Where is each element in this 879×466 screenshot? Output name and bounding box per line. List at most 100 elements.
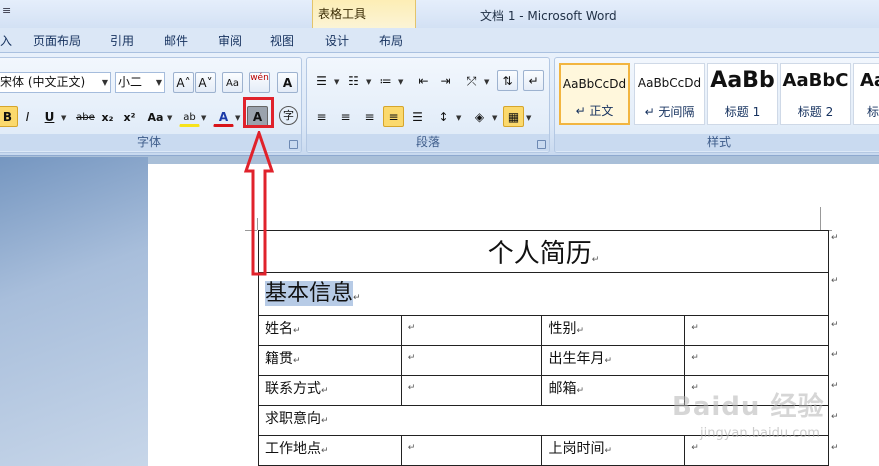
font-color-button[interactable]: A	[213, 106, 234, 127]
decrease-indent-icon[interactable]: ⇤	[413, 70, 434, 91]
resume-title-cell[interactable]: 个人简历↵	[258, 230, 829, 273]
paragraph-mark: ↵	[353, 293, 361, 303]
quick-access-icon[interactable]: ≡	[2, 4, 11, 17]
chevron-down-icon[interactable]: ▼	[167, 114, 172, 122]
cell-label: 姓名	[265, 321, 293, 337]
table-cell[interactable]: 出生年月↵	[541, 345, 686, 376]
row-end-mark: ↵	[831, 320, 839, 330]
multilevel-list-icon[interactable]: ≔	[375, 70, 396, 91]
chevron-down-icon[interactable]: ▼	[492, 114, 497, 122]
chevron-down-icon[interactable]: ▼	[456, 114, 461, 122]
enclose-char-button[interactable]: 字	[279, 106, 298, 125]
table-cell[interactable]: ↵	[684, 315, 829, 346]
paragraph-shading-icon[interactable]: ◈	[469, 106, 490, 127]
cell-label: 邮箱	[548, 381, 577, 397]
table-cell[interactable]: 上岗时间↵	[541, 435, 686, 466]
highlight-button[interactable]: ab	[179, 106, 200, 127]
table-cell[interactable]: ↵	[400, 435, 543, 466]
subscript-button[interactable]: x₂	[97, 106, 118, 127]
paragraph-dialog-launcher-icon[interactable]	[537, 140, 546, 149]
style-sample: AaBbCcDd	[562, 77, 627, 91]
paragraph-mark: ↵	[691, 323, 699, 333]
change-case-button[interactable]: Aa	[145, 106, 166, 127]
table-cell[interactable]: 籍贯↵	[258, 345, 402, 376]
table-cell[interactable]: 性别↵	[541, 315, 686, 346]
chevron-down-icon[interactable]: ▼	[366, 78, 371, 86]
table-cell[interactable]: 联系方式↵	[258, 375, 402, 406]
grow-font-button[interactable]: A˄	[173, 72, 194, 93]
italic-button[interactable]: I	[17, 106, 38, 127]
bold-button[interactable]: B	[0, 106, 18, 127]
align-center-icon[interactable]: ≡	[335, 106, 356, 127]
distributed-icon[interactable]: ☰	[407, 106, 428, 127]
font-size-combo[interactable]: 小二 ▼	[115, 72, 165, 93]
chevron-down-icon[interactable]: ▼	[156, 73, 162, 92]
tab-review[interactable]: 审阅	[218, 32, 242, 49]
tab-insert[interactable]: 入	[0, 32, 12, 49]
annotation-box	[243, 97, 274, 128]
table-cell[interactable]: 姓名↵	[258, 315, 402, 346]
style-heading-2[interactable]: AaBbC 标题 2	[780, 63, 851, 125]
clear-format-button[interactable]: Aa	[222, 72, 243, 93]
tab-design[interactable]: 设计	[325, 32, 349, 49]
tab-references[interactable]: 引用	[110, 32, 134, 49]
tab-mailings[interactable]: 邮件	[164, 32, 188, 49]
chevron-down-icon[interactable]: ▼	[61, 114, 66, 122]
borders-icon[interactable]: ▦	[503, 106, 524, 127]
chinese-layout-icon[interactable]: ⤱	[461, 70, 482, 91]
paragraph-group: ☰ ▼ ☷ ▼ ≔ ▼ ⇤ ⇥ ⤱ ▼ ⇅ ↵ ≡ ≡ ≡ ≡ ☰ ↕ ▼ ◈ …	[306, 57, 550, 153]
cell-label: 上岗时间	[548, 441, 605, 457]
font-dialog-launcher-icon[interactable]	[289, 140, 298, 149]
bullets-icon[interactable]: ☰	[311, 70, 332, 91]
style-normal[interactable]: AaBbCcDd ↵ 正文	[559, 63, 630, 125]
cell-label: 籍贯	[265, 351, 293, 367]
shrink-font-button[interactable]: A˅	[195, 72, 216, 93]
styles-group: AaBbCcDd ↵ 正文 AaBbCcDd ↵ 无间隔 AaBb 标题 1 A…	[554, 57, 879, 153]
tab-view[interactable]: 视图	[270, 32, 294, 49]
section-cell[interactable]: 基本信息↵	[258, 272, 829, 316]
row-end-mark: ↵	[831, 350, 839, 360]
row-end-mark: ↵	[831, 443, 839, 453]
paragraph-mark: ↵	[576, 386, 585, 396]
tab-layout[interactable]: 布局	[379, 32, 403, 49]
sort-icon[interactable]: ⇅	[497, 70, 518, 91]
section-heading[interactable]: 基本信息	[265, 281, 354, 306]
tab-page-layout[interactable]: 页面布局	[33, 32, 81, 49]
chevron-down-icon[interactable]: ▼	[102, 73, 108, 92]
ribbon: 宋体 (中文正文) ▼ 小二 ▼ A˄ A˅ Aa wén A B I U ▼ …	[0, 52, 879, 156]
increase-indent-icon[interactable]: ⇥	[435, 70, 456, 91]
table-cell[interactable]: ↵	[400, 315, 543, 346]
style-heading-1[interactable]: AaBb 标题 1	[707, 63, 778, 125]
strikethrough-button[interactable]: abe	[75, 106, 96, 127]
justify-icon[interactable]: ≡	[383, 106, 404, 127]
underline-button[interactable]: U	[39, 106, 60, 127]
cell-label: 出生年月	[548, 351, 605, 367]
chevron-down-icon[interactable]: ▼	[484, 78, 489, 86]
table-tools-label: 表格工具	[318, 7, 367, 21]
phonetic-guide-button[interactable]: wén	[249, 72, 270, 93]
chevron-down-icon[interactable]: ▼	[398, 78, 403, 86]
cell-label: 性别	[548, 321, 577, 337]
font-name-combo[interactable]: 宋体 (中文正文) ▼	[0, 72, 111, 93]
style-no-spacing[interactable]: AaBbCcDd ↵ 无间隔	[634, 63, 705, 125]
table-cell[interactable]: ↵	[400, 375, 543, 406]
chevron-down-icon[interactable]: ▼	[334, 78, 339, 86]
table-cell[interactable]: ↵	[400, 345, 543, 376]
row-end-mark: ↵	[831, 412, 839, 422]
char-border-button[interactable]: A	[277, 72, 298, 93]
paragraph-mark: ↵	[407, 383, 416, 393]
table-cell[interactable]: 工作地点↵	[258, 435, 402, 466]
ribbon-tabs: 入 页面布局 引用 邮件 审阅 视图 设计 布局	[0, 28, 879, 52]
superscript-button[interactable]: x²	[119, 106, 140, 127]
chevron-down-icon[interactable]: ▼	[201, 114, 206, 122]
style-title[interactable]: Aa 标	[853, 63, 879, 125]
chevron-down-icon[interactable]: ▼	[235, 114, 240, 122]
table-cell[interactable]: ↵	[684, 345, 829, 376]
align-left-icon[interactable]: ≡	[311, 106, 332, 127]
chevron-down-icon[interactable]: ▼	[526, 114, 531, 122]
numbering-icon[interactable]: ☷	[343, 70, 364, 91]
line-spacing-icon[interactable]: ↕	[433, 106, 454, 127]
align-right-icon[interactable]: ≡	[359, 106, 380, 127]
table-cell[interactable]: 邮箱↵	[541, 375, 686, 406]
show-marks-icon[interactable]: ↵	[523, 70, 544, 91]
